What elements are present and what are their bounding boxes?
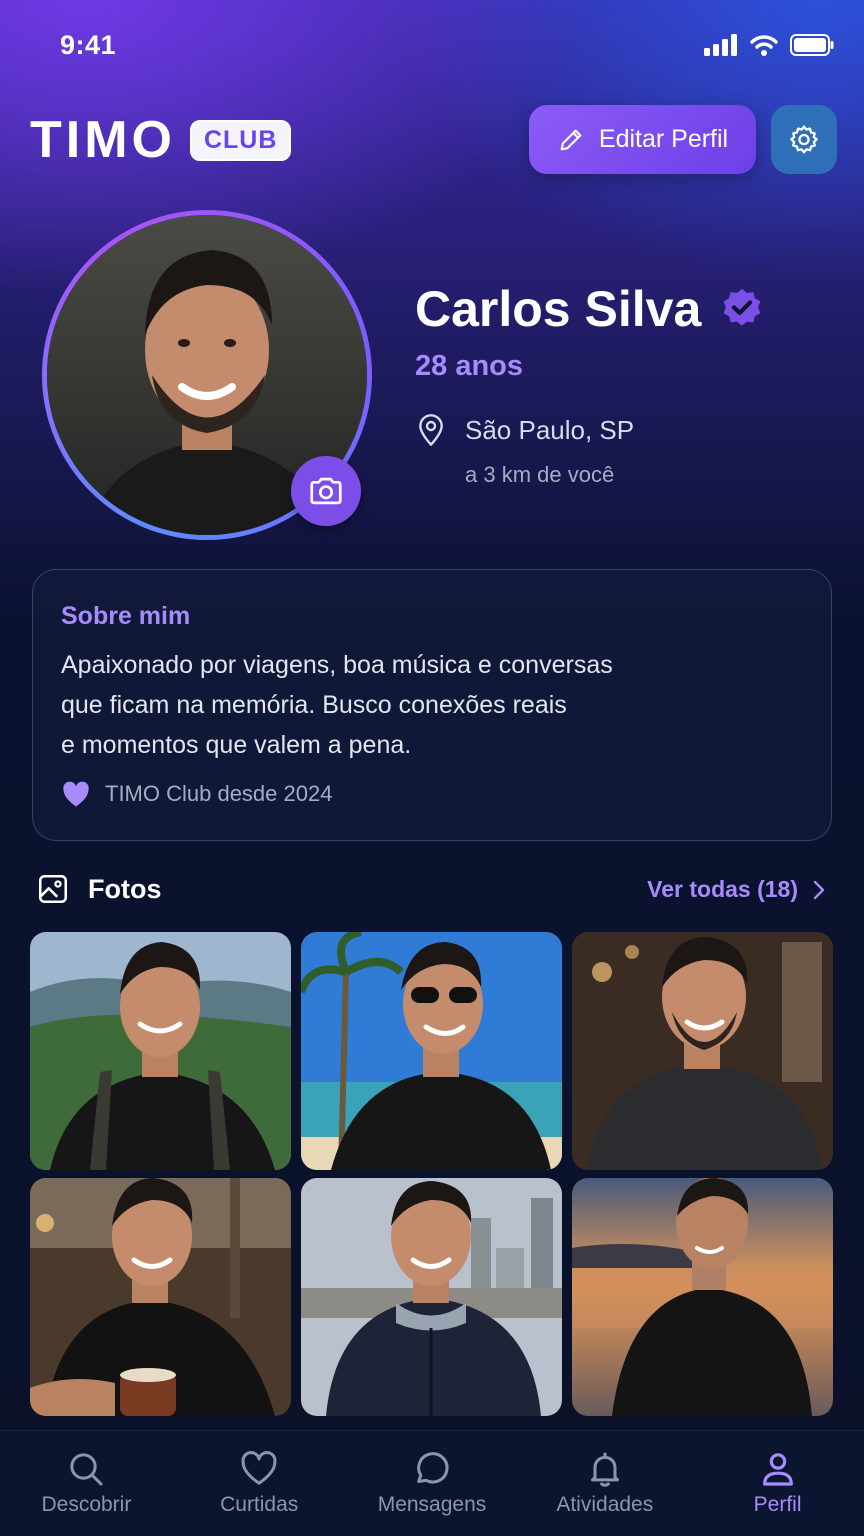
- tab-mensagens[interactable]: Mensagens: [346, 1431, 519, 1536]
- photos-title: Fotos: [88, 873, 162, 904]
- search-icon: [70, 1453, 103, 1486]
- user-icon: [762, 1453, 793, 1486]
- photo-thumbnail[interactable]: [30, 932, 291, 1170]
- location-pin-icon: [419, 414, 443, 446]
- tab-atividades[interactable]: Atividades: [518, 1431, 691, 1536]
- logo-wordmark: TIMO: [30, 111, 176, 169]
- edit-profile-label: Editar Perfil: [598, 125, 729, 153]
- heart-filled-icon: [63, 781, 89, 807]
- photo-thumbnail[interactable]: [301, 1178, 562, 1416]
- profile-location: São Paulo, SP: [465, 414, 635, 445]
- tab-label: Curtidas: [220, 1493, 299, 1516]
- status-time: 9:41: [60, 30, 117, 60]
- photo-thumbnail[interactable]: [301, 932, 562, 1170]
- location-row: São Paulo, SP: [415, 412, 634, 448]
- photo-thumbnail[interactable]: [572, 1178, 833, 1416]
- app-header: TIMO CLUB Editar Perfil: [0, 104, 864, 176]
- about-title: Sobre mim: [61, 602, 191, 630]
- tab-label: Descobrir: [41, 1493, 132, 1516]
- gear-icon: [790, 124, 818, 153]
- tab-label: Atividades: [556, 1493, 654, 1516]
- heart-icon: [241, 1451, 277, 1485]
- member-since-text: TIMO Club desde 2024: [105, 781, 333, 806]
- member-since-row: TIMO Club desde 2024: [61, 780, 332, 808]
- about-line: e momentos que valem a pena.: [61, 731, 412, 759]
- profile-distance: a 3 km de você: [465, 462, 615, 487]
- status-bar: 9:41: [0, 0, 864, 92]
- image-gallery-icon: [38, 874, 68, 904]
- photos-grid: [30, 932, 834, 1416]
- tab-perfil[interactable]: Perfil: [691, 1431, 864, 1536]
- about-line: que ficam na memória. Busco conexões rea…: [61, 691, 567, 719]
- cellular-signal-icon: [704, 34, 737, 56]
- photo-thumbnail[interactable]: [30, 1178, 291, 1416]
- see-all-label: Ver todas (18): [647, 876, 798, 902]
- battery-icon: [790, 34, 834, 56]
- settings-button[interactable]: [771, 105, 837, 174]
- edit-profile-button[interactable]: Editar Perfil: [529, 105, 756, 174]
- wifi-icon: [750, 35, 778, 56]
- chevron-right-icon: [813, 880, 825, 899]
- verified-badge-icon: [723, 288, 761, 326]
- about-text: Apaixonado por viagens, boa música e con…: [61, 645, 681, 765]
- bell-icon: [590, 1452, 619, 1487]
- profile-name-row: Carlos Silva: [415, 280, 765, 338]
- photo-thumbnail[interactable]: [572, 932, 833, 1170]
- see-all-photos-link[interactable]: Ver todas (18): [647, 876, 826, 903]
- profile-age: 28 anos: [415, 350, 523, 382]
- tab-curtidas[interactable]: Curtidas: [173, 1431, 346, 1536]
- profile-name: Carlos Silva: [415, 281, 702, 337]
- photos-title-row: Fotos: [36, 872, 162, 906]
- app-logo: TIMO CLUB: [30, 111, 292, 169]
- tab-descobrir[interactable]: Descobrir: [0, 1431, 173, 1536]
- change-photo-button[interactable]: [291, 456, 361, 526]
- about-line: Apaixonado por viagens, boa música e con…: [61, 651, 613, 679]
- bottom-tab-bar: Descobrir Curtidas Mensagens Atividades …: [0, 1430, 864, 1536]
- photos-header: Fotos Ver todas (18): [36, 872, 826, 912]
- tab-label: Mensagens: [377, 1493, 487, 1516]
- pencil-icon: [560, 129, 582, 150]
- camera-icon: [310, 477, 342, 505]
- status-icons: [704, 34, 834, 56]
- chat-bubble-icon: [417, 1452, 449, 1484]
- about-card: Sobre mim Apaixonado por viagens, boa mú…: [32, 569, 832, 841]
- logo-badge: CLUB: [189, 119, 292, 161]
- tab-label: Perfil: [753, 1493, 802, 1516]
